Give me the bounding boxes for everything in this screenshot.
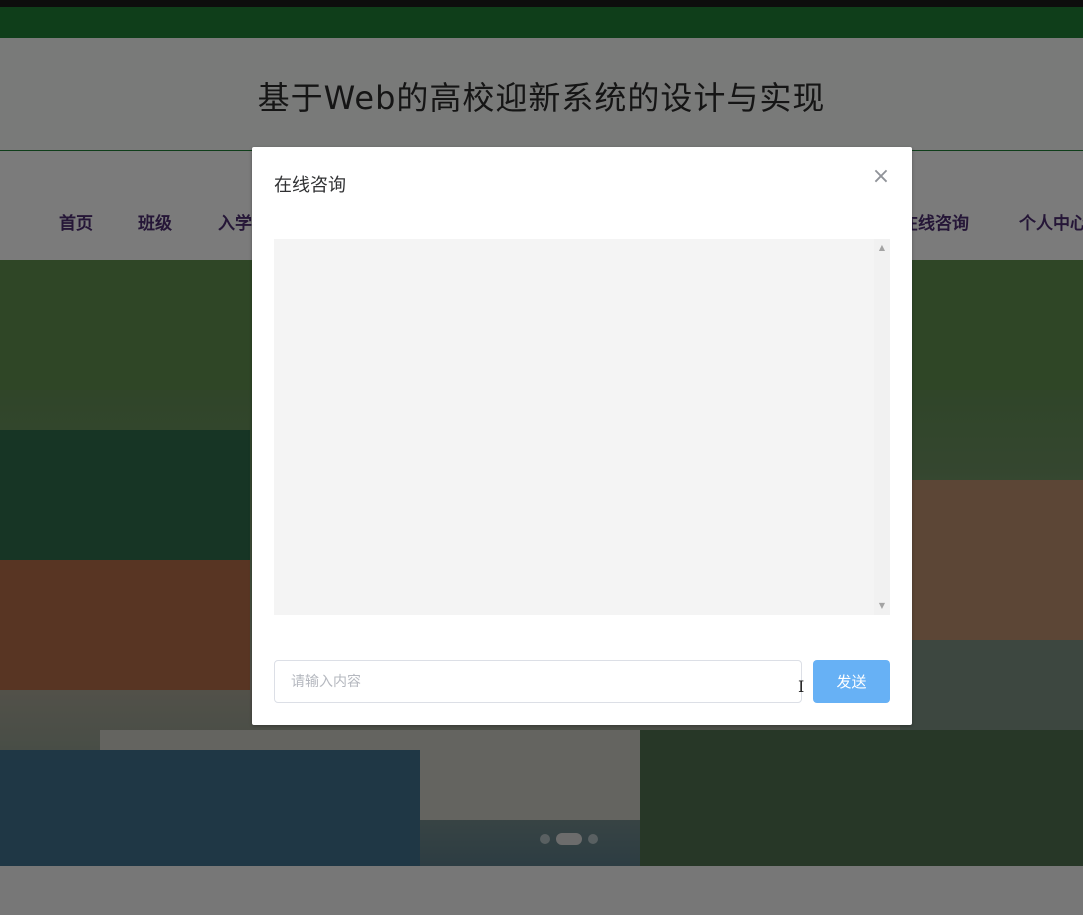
dialog-title: 在线咨询 xyxy=(274,175,346,196)
scroll-down-arrow-icon[interactable]: ▼ xyxy=(874,599,890,613)
message-input[interactable] xyxy=(274,660,802,703)
send-button[interactable]: 发送 xyxy=(813,660,890,703)
text-cursor-icon: I xyxy=(798,677,805,696)
consult-dialog: 在线咨询 × ▲ ▼ I 发送 xyxy=(252,147,912,725)
chat-message-area[interactable]: ▲ ▼ xyxy=(274,239,890,615)
close-icon[interactable]: × xyxy=(871,166,891,188)
scroll-up-arrow-icon[interactable]: ▲ xyxy=(874,241,890,255)
chat-scrollbar[interactable]: ▲ ▼ xyxy=(874,239,890,615)
